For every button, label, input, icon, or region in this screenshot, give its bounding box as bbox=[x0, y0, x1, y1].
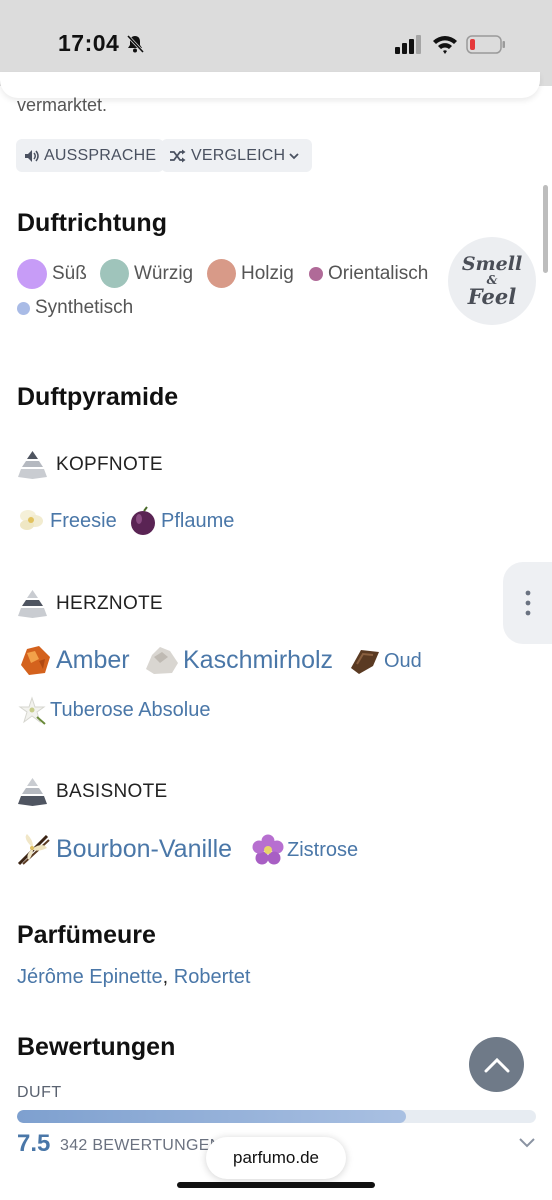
plum-icon bbox=[131, 506, 155, 535]
speaker-icon bbox=[25, 149, 39, 162]
note-oud[interactable]: Oud bbox=[349, 646, 422, 676]
vanilla-icon bbox=[17, 834, 50, 866]
note-label: Oud bbox=[384, 649, 422, 672]
note-tuberose[interactable]: Tuberose Absolue bbox=[17, 695, 210, 725]
rockrose-flower-icon bbox=[252, 834, 284, 865]
compare-label: VERGLEICH bbox=[191, 146, 286, 164]
ratings-heading: Bewertungen bbox=[17, 1033, 176, 1061]
accord-label: Würzig bbox=[134, 262, 194, 284]
cellular-signal-icon bbox=[395, 35, 421, 54]
pyramid-top-icon bbox=[18, 451, 47, 479]
pronunciation-label: AUSSPRACHE bbox=[44, 146, 157, 164]
scent-votes: 342 BEWERTUNGEN bbox=[60, 1137, 222, 1154]
base-note-label: BASISNOTE bbox=[56, 780, 168, 802]
note-pflaume[interactable]: Pflaume bbox=[128, 506, 234, 536]
cashmere-wood-icon bbox=[146, 647, 178, 674]
perfumer-link[interactable]: Robertet bbox=[174, 966, 251, 988]
accord-dot bbox=[17, 301, 30, 315]
heart-note-heading: HERZNOTE bbox=[17, 588, 163, 619]
accord-dot bbox=[207, 259, 236, 288]
note-label: Tuberose Absolue bbox=[50, 698, 211, 721]
perfumer-link[interactable]: Jérôme Epinette bbox=[17, 966, 163, 988]
chevron-down-icon bbox=[289, 152, 299, 159]
battery-low-icon bbox=[466, 35, 505, 54]
note-zistrose[interactable]: Zistrose bbox=[252, 834, 358, 866]
expand-chevron-icon[interactable] bbox=[518, 1135, 536, 1149]
accord-holzig[interactable]: Holzig bbox=[207, 259, 294, 288]
note-label: Amber bbox=[56, 645, 130, 674]
status-time: 17:04 bbox=[58, 30, 120, 56]
accord-suess[interactable]: Süß bbox=[17, 259, 87, 289]
note-bourbon-vanille[interactable]: Bourbon-Vanille bbox=[17, 832, 232, 866]
amber-stone-icon bbox=[21, 646, 50, 675]
note-kaschmirholz[interactable]: Kaschmirholz bbox=[144, 643, 333, 677]
url-text: parfumo.de bbox=[233, 1148, 319, 1167]
accord-label: Synthetisch bbox=[35, 297, 134, 318]
note-label: Zistrose bbox=[287, 838, 359, 861]
scent-rating-label: DUFT bbox=[17, 1084, 62, 1101]
accord-label: Holzig bbox=[241, 262, 294, 284]
tuberose-flower-icon bbox=[18, 696, 46, 725]
pyramid-middle-icon bbox=[18, 590, 47, 618]
badge-line2: Feel bbox=[467, 284, 517, 309]
top-note-label: KOPFNOTE bbox=[56, 453, 163, 475]
oud-wood-icon bbox=[351, 650, 379, 674]
bell-muted-icon bbox=[126, 34, 145, 54]
accord-dot bbox=[17, 259, 47, 289]
pyramid-base-icon bbox=[18, 778, 47, 806]
note-freesie[interactable]: Freesie bbox=[17, 506, 117, 536]
accord-synthetisch[interactable]: Synthetisch bbox=[17, 297, 133, 319]
smell-and-feel-badge[interactable]: Smell & Feel bbox=[448, 237, 536, 325]
pyramid-heading: Duftpyramide bbox=[17, 383, 179, 411]
scent-rating-bar bbox=[17, 1110, 536, 1123]
perfumers-list: Jérôme Epinette, Robertet bbox=[17, 966, 250, 989]
description-tail: vermarktet. bbox=[17, 95, 108, 115]
scent-score: 7.5 bbox=[17, 1130, 51, 1157]
perfumers-heading: Parfümeure bbox=[17, 921, 156, 949]
shuffle-icon bbox=[170, 149, 186, 162]
note-label: Kaschmirholz bbox=[183, 645, 334, 674]
top-note-heading: KOPFNOTE bbox=[17, 449, 163, 480]
accord-label: Süß bbox=[52, 263, 87, 284]
accord-wuerzig[interactable]: Würzig bbox=[100, 259, 193, 288]
chevron-up-icon bbox=[484, 1057, 509, 1072]
accords-heading: Duftrichtung bbox=[17, 209, 167, 237]
accord-label: Orientalisch bbox=[328, 263, 429, 284]
scent-rating-fill bbox=[17, 1110, 407, 1123]
heart-note-label: HERZNOTE bbox=[56, 592, 163, 614]
scrollbar[interactable] bbox=[543, 185, 548, 273]
note-label: Freesie bbox=[50, 509, 117, 532]
more-options-icon[interactable] bbox=[524, 590, 532, 616]
address-bar[interactable]: parfumo.de bbox=[206, 1137, 346, 1179]
note-amber[interactable]: Amber bbox=[17, 643, 130, 677]
accord-orientalisch[interactable]: Orientalisch bbox=[309, 263, 428, 285]
base-note-heading: BASISNOTE bbox=[17, 776, 167, 807]
scroll-to-top-button[interactable] bbox=[469, 1037, 524, 1092]
accord-dot bbox=[100, 259, 129, 288]
accord-dot bbox=[309, 267, 323, 281]
freesia-flower-icon bbox=[20, 510, 43, 530]
home-indicator[interactable] bbox=[177, 1182, 375, 1188]
pronunciation-button[interactable]: AUSSPRACHE bbox=[16, 139, 165, 172]
badge-line1: Smell bbox=[461, 253, 523, 275]
note-label: Bourbon-Vanille bbox=[56, 834, 233, 863]
perfumer-separator: , bbox=[162, 966, 174, 988]
wifi-icon bbox=[433, 36, 457, 54]
compare-button[interactable]: VERGLEICH bbox=[161, 139, 313, 172]
note-label: Pflaume bbox=[161, 509, 235, 532]
